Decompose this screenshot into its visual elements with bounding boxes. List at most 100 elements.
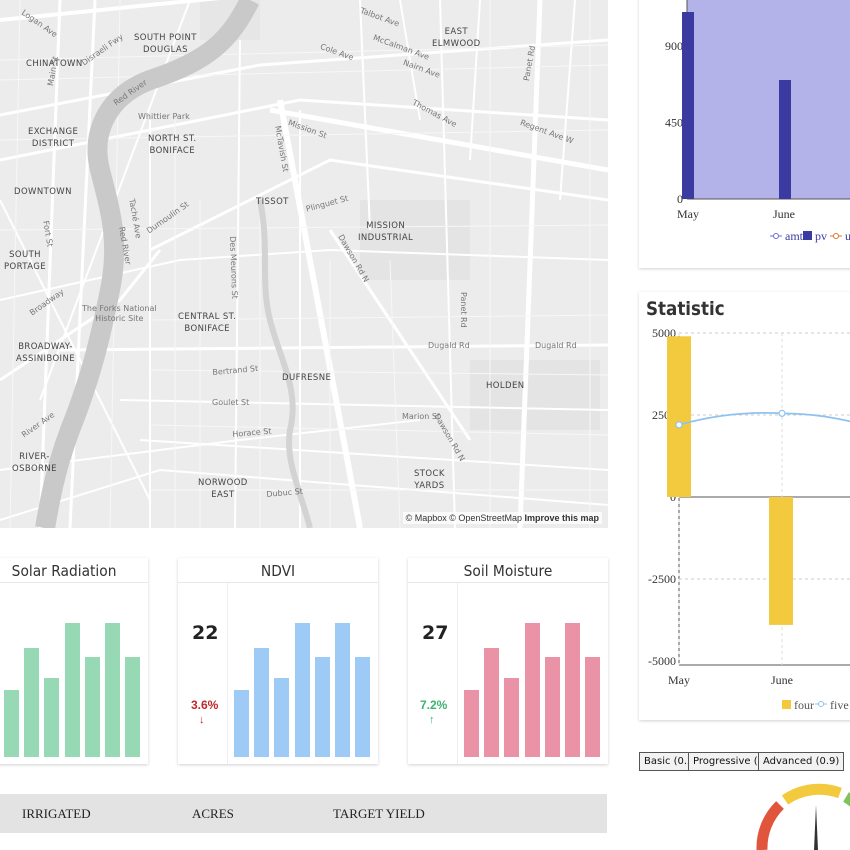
street-label: Goulet St xyxy=(212,398,250,407)
card-bar xyxy=(504,678,520,757)
tab-advanced[interactable]: Advanced (0.9) xyxy=(758,752,845,771)
mapbox-attribution[interactable]: © Mapbox xyxy=(406,513,447,523)
card-divider xyxy=(0,582,148,583)
map-label-river-osborne: RIVER- OSBORNE xyxy=(12,452,57,474)
x-tick-label: May xyxy=(668,673,690,687)
kpi-change: 7.2% xyxy=(420,698,448,712)
legend-label: amt xyxy=(785,229,804,243)
map-label-dufresne: DUFRESNE xyxy=(282,373,332,383)
card-bar xyxy=(254,648,270,757)
card-bar xyxy=(234,690,249,757)
street-label: Whittier Park xyxy=(138,112,190,121)
map-label-north-st-boniface: NORTH ST. BONIFACE xyxy=(148,134,197,156)
card-title: Soil Moisture xyxy=(463,562,553,580)
bar-four xyxy=(769,497,793,625)
map-label-mission-industrial: MISSION INDUSTRIAL xyxy=(358,221,414,243)
card-title: NDVI xyxy=(260,562,296,580)
legend-marker xyxy=(782,700,791,709)
strip-label-irrigated: IRRIGATED xyxy=(22,806,91,821)
bar-pv xyxy=(682,12,694,199)
improve-map-link[interactable]: Improve this map xyxy=(524,513,599,523)
card-bar xyxy=(24,648,40,757)
kpi-value: 27 xyxy=(422,622,449,644)
legend-marker xyxy=(833,233,839,239)
map-label-holden: HOLDEN xyxy=(486,381,525,391)
map-label-south-point-douglas: SOUTH POINT DOUGLAS xyxy=(134,33,197,55)
point-five xyxy=(778,409,786,417)
card-vdivider xyxy=(457,583,458,764)
strip-label-acres: ACRES xyxy=(192,806,234,821)
statistic-chart: 500025000-2500-5000MayJunefourfive xyxy=(648,326,850,712)
legend-marker xyxy=(773,233,779,239)
card-bar xyxy=(84,656,100,757)
map-label-exchange-district: EXCHANGE DISTRICT xyxy=(28,127,79,149)
street-label: Dugald Rd xyxy=(428,341,470,350)
legend-label: pv xyxy=(815,229,827,243)
map-label-south-portage: SOUTH PORTAGE xyxy=(4,250,47,272)
top-chart-panel: 0450900MayJuneamtpvuv xyxy=(639,0,850,268)
map-label-broadway-assiniboine: BROADWAY- ASSINIBOINE xyxy=(16,342,75,364)
card-bar xyxy=(4,690,19,757)
card-vdivider xyxy=(227,583,228,764)
point-five xyxy=(675,421,683,429)
x-tick-label: June xyxy=(771,673,793,687)
card-bar xyxy=(484,648,500,757)
card-bar xyxy=(314,656,330,757)
x-tick-label: June xyxy=(773,207,795,221)
gauge-segment-green xyxy=(842,792,850,807)
map-label-downtown: DOWNTOWN xyxy=(14,187,72,197)
legend-label: five xyxy=(830,698,849,712)
kpi-change: 3.6% xyxy=(191,698,219,712)
legend-marker xyxy=(803,231,812,240)
card-bar xyxy=(585,656,601,757)
legend-label: four xyxy=(794,698,814,712)
x-tick-label: May xyxy=(677,207,699,221)
area-fill xyxy=(687,0,850,199)
card-bar xyxy=(64,623,80,757)
y-tick-label: 900 xyxy=(665,39,683,53)
osm-attribution[interactable]: © OpenStreetMap xyxy=(449,513,522,523)
card-bar xyxy=(524,623,540,757)
card-bar xyxy=(464,690,479,757)
y-tick-label: -5000 xyxy=(648,654,676,668)
legend-marker xyxy=(818,701,824,707)
bar-four xyxy=(667,336,691,497)
strip-label-target-yield: TARGET YIELD xyxy=(333,806,425,821)
street-label: Dugald Rd xyxy=(535,341,577,350)
gauge-segment-red xyxy=(756,801,785,850)
forks-label: The Forks National Historic Site xyxy=(82,304,157,323)
card-bar xyxy=(274,678,290,757)
card-title: Solar Radiation xyxy=(11,562,117,580)
bar-pv xyxy=(779,80,791,199)
map-label-tissot: TISSOT xyxy=(256,197,289,207)
card-bar xyxy=(565,623,580,757)
card-bar xyxy=(294,623,310,757)
y-tick-label: 450 xyxy=(665,116,683,130)
map-label-east-elmwood: EAST ELMWOOD xyxy=(432,27,481,49)
arrow-up-icon: ↑ xyxy=(429,714,435,726)
card-ndvi: NDVI 22 3.6% ↓ xyxy=(178,558,378,764)
legend-label: uv xyxy=(845,229,850,243)
gauge xyxy=(756,783,850,850)
street-label: Panet Rd xyxy=(459,292,468,328)
card-bar xyxy=(355,656,371,757)
card-solar-radiation: Solar Radiation xyxy=(0,558,148,764)
top-chart: 0450900MayJuneamtpvuv xyxy=(665,0,850,243)
map-attribution: © Mapbox © OpenStreetMap Improve this ma… xyxy=(402,512,602,524)
kpi-value: 22 xyxy=(192,622,219,644)
y-tick-label: -2500 xyxy=(648,572,676,586)
map[interactable]: CHINATOWN SOUTH POINT DOUGLAS EAST ELMWO… xyxy=(0,0,608,528)
card-divider xyxy=(178,582,378,583)
map-base xyxy=(0,0,608,528)
map-label-norwood-east: NORWOOD EAST xyxy=(198,478,248,500)
gauge-segment-yellow xyxy=(781,783,842,805)
card-bar xyxy=(335,623,350,757)
gauge-needle xyxy=(814,805,818,850)
card-bar xyxy=(125,656,141,757)
map-label-stock-yards: STOCK YARDS xyxy=(414,469,445,491)
card-bar xyxy=(544,656,560,757)
card-bar xyxy=(44,678,60,757)
card-bar xyxy=(105,623,120,757)
card-soil-moisture: Soil Moisture 27 7.2% ↑ xyxy=(408,558,608,764)
summary-strip: IRRIGATED ACRES TARGET YIELD xyxy=(0,794,607,833)
